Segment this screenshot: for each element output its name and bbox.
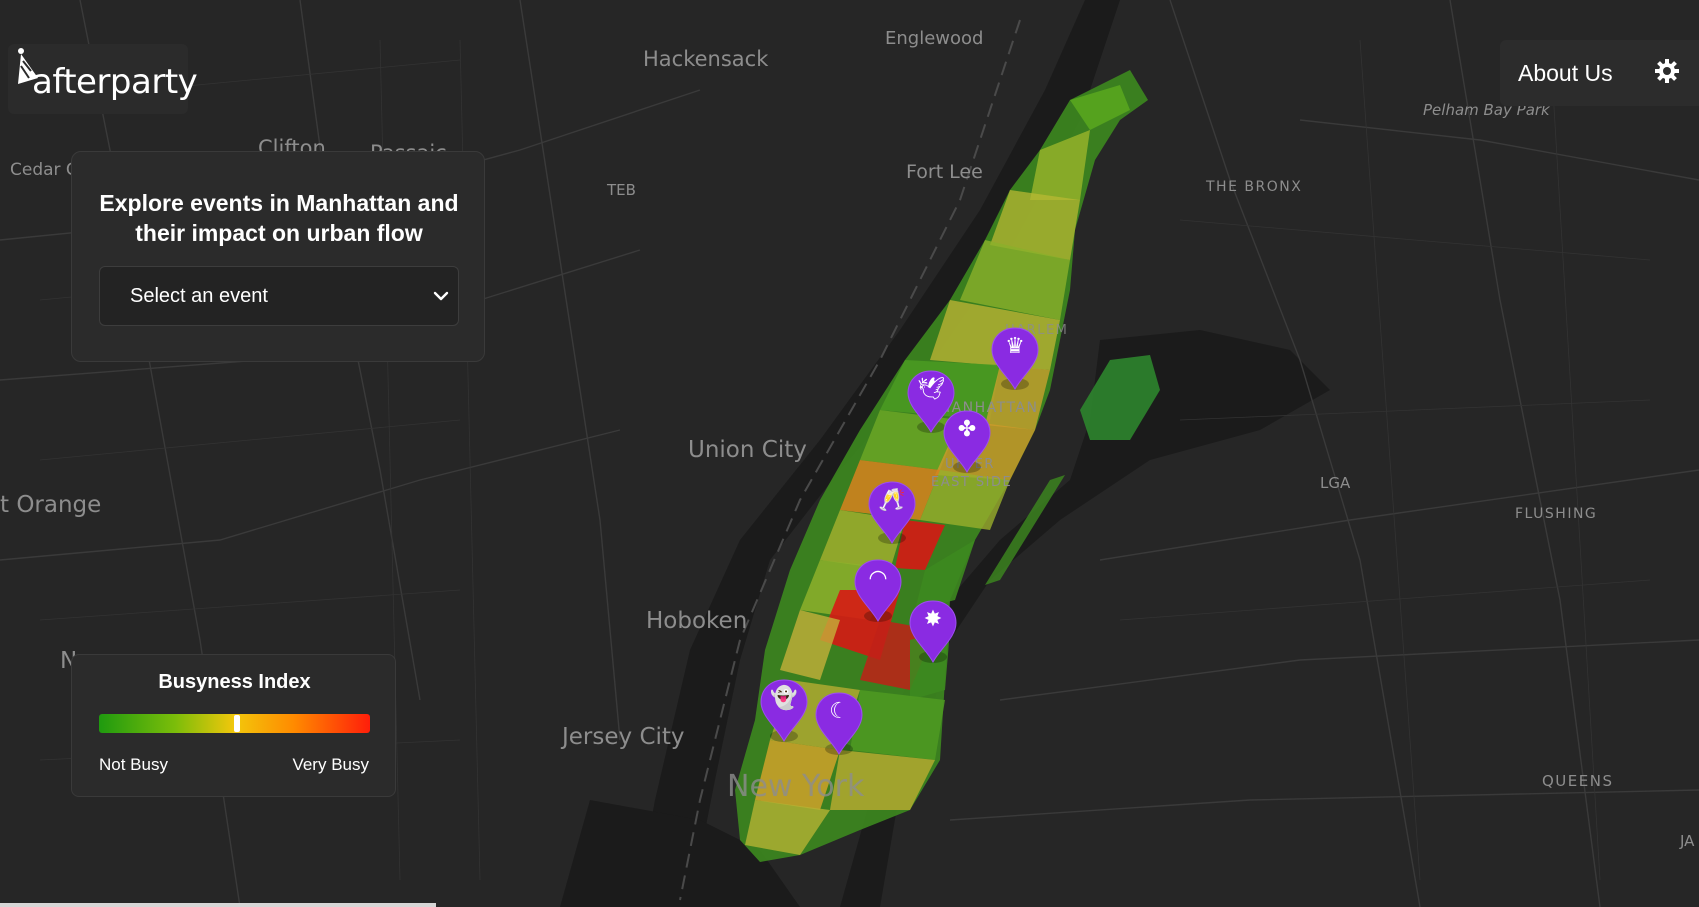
label-east-side: EAST SIDE bbox=[931, 475, 1012, 490]
cheers-icon: 🥂 bbox=[878, 488, 906, 513]
event-marker[interactable]: ✸ bbox=[907, 599, 959, 665]
event-marker[interactable]: 🥂 bbox=[866, 480, 918, 546]
rainbow-icon: ◠ bbox=[868, 566, 888, 591]
sparkle-icon: ✸ bbox=[923, 607, 943, 632]
legend-title: Busyness Index bbox=[158, 671, 311, 693]
label-englewood: Englewood bbox=[885, 28, 983, 49]
event-select-value: Select an event bbox=[130, 285, 268, 307]
app-name: afterparty bbox=[32, 62, 198, 102]
ghost-icon: 👻 bbox=[770, 686, 798, 711]
label-teb: TEB bbox=[606, 181, 636, 199]
event-marker[interactable]: ✤ bbox=[941, 409, 993, 475]
legend-low-label: Not Busy bbox=[99, 755, 168, 774]
label-cedar: Cedar G bbox=[10, 160, 79, 180]
top-nav: About Us bbox=[1500, 40, 1699, 106]
busyness-level-marker bbox=[234, 715, 241, 732]
explore-panel: Explore events in Manhattan and their im… bbox=[71, 151, 485, 362]
event-marker[interactable]: ☾ bbox=[813, 691, 865, 757]
explore-title: Explore events in Manhattan and their im… bbox=[99, 190, 459, 246]
label-hackensack: Hackensack bbox=[643, 47, 769, 71]
busyness-legend: Busyness Index Not Busy Very Busy bbox=[71, 654, 396, 797]
legend-high-label: Very Busy bbox=[292, 755, 369, 774]
label-ja: JA bbox=[1679, 832, 1695, 850]
event-marker[interactable]: 👻 bbox=[758, 678, 810, 744]
event-marker[interactable]: ◠ bbox=[852, 558, 904, 624]
event-select[interactable]: Select an event bbox=[99, 266, 459, 326]
chevron-down-icon bbox=[433, 291, 449, 301]
label-flushing: FLUSHING bbox=[1515, 506, 1597, 522]
event-marker[interactable]: ♛ bbox=[989, 326, 1041, 392]
label-hoboken: Hoboken bbox=[646, 608, 747, 634]
label-lga: LGA bbox=[1320, 474, 1351, 492]
gear-icon[interactable] bbox=[1652, 56, 1682, 86]
label-queens: QUEENS bbox=[1542, 772, 1613, 790]
dove-icon: 🕊 bbox=[917, 377, 945, 402]
label-new-york: New York bbox=[727, 769, 865, 804]
horizontal-scrollbar[interactable] bbox=[0, 903, 436, 907]
label-union-city: Union City bbox=[688, 437, 807, 463]
app-logo[interactable]: afterparty bbox=[8, 44, 198, 114]
label-jersey-city: Jersey City bbox=[560, 724, 685, 750]
label-east-orange: t Orange bbox=[0, 492, 101, 518]
label-the-bronx: THE BRONX bbox=[1205, 179, 1302, 195]
label-fort-lee: Fort Lee bbox=[906, 161, 983, 183]
moon-icon: ☾ bbox=[829, 699, 849, 724]
about-us-link[interactable]: About Us bbox=[1518, 60, 1613, 87]
clover-icon: ✤ bbox=[957, 417, 977, 442]
crown-icon: ♛ bbox=[1005, 334, 1025, 359]
